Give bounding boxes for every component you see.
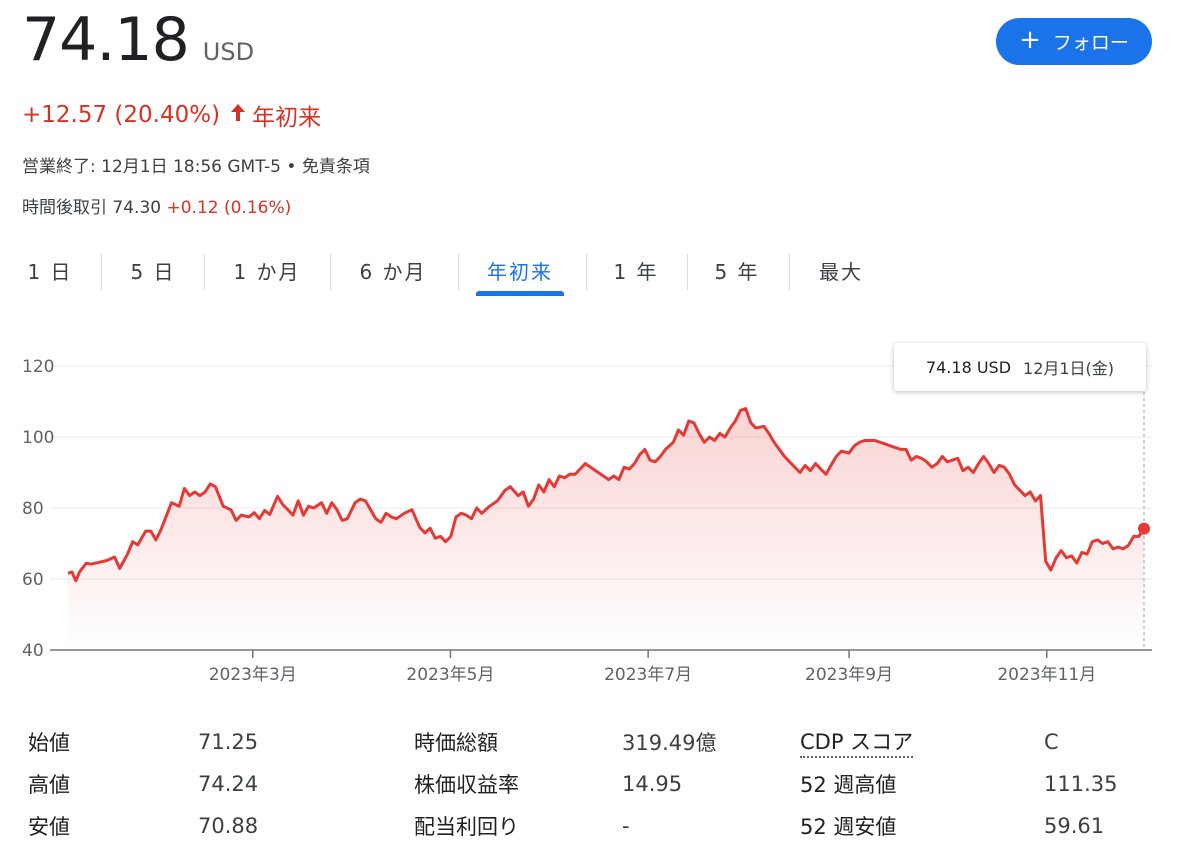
- tab-max[interactable]: 最大: [804, 248, 878, 296]
- arrow-up-icon: [230, 102, 246, 128]
- y-tick-label: 40: [22, 641, 44, 661]
- y-axis: 40 60 80 100 120: [22, 357, 54, 661]
- tab-5y[interactable]: 5 年: [700, 248, 774, 296]
- stats-row: 始値 71.25 時価総額 319.49億 CDP スコア C: [0, 722, 1200, 762]
- x-tick-label: 2023年11月: [997, 665, 1096, 685]
- tab-label: 年初来: [487, 260, 553, 284]
- price-change: +12.57 (20.40%) 年初来: [22, 98, 321, 132]
- plus-icon: +: [1019, 25, 1041, 55]
- stats-row: 安値 70.88 配当利回り - 52 週安値 59.61: [0, 806, 1200, 846]
- tab-1d[interactable]: 1 日: [14, 248, 86, 296]
- change-period: 年初来: [252, 105, 322, 131]
- range-tabs: 1 日 5 日 1 か月 6 か月 年初来 1 年 5 年 最大: [0, 248, 900, 296]
- stat-label: 始値: [28, 731, 70, 755]
- current-price: 74.18: [22, 5, 190, 75]
- x-tick-label: 2023年3月: [209, 665, 297, 685]
- stat-value: C: [1044, 730, 1059, 754]
- price-row: 74.18 USD: [22, 10, 254, 70]
- tab-1m[interactable]: 1 か月: [220, 248, 314, 296]
- after-hours-line: 時間後取引 74.30 +0.12 (0.16%): [22, 193, 291, 218]
- stat-label: 時価総額: [414, 731, 498, 755]
- x-tick-label: 2023年5月: [406, 665, 494, 685]
- after-hours-change: +0.12 (0.16%): [166, 198, 292, 218]
- tab-label: 6 か月: [359, 260, 427, 284]
- change-value: +12.57 (20.40%): [22, 102, 221, 128]
- x-axis: 2023年3月 2023年5月 2023年7月 2023年9月 2023年11月: [209, 650, 1096, 685]
- stat-label: 高値: [28, 773, 70, 797]
- y-tick-label: 100: [22, 428, 54, 448]
- stat-value: 59.61: [1044, 814, 1105, 838]
- stat-label: 安値: [28, 815, 70, 839]
- disclaimer-link[interactable]: 免責条項: [302, 157, 370, 177]
- price-area: [68, 408, 1144, 650]
- stat-value: 71.25: [198, 730, 259, 754]
- stat-value: 319.49億: [622, 731, 717, 755]
- y-tick-label: 80: [22, 499, 44, 519]
- stat-value: 70.88: [198, 814, 259, 838]
- tab-divider: [101, 254, 102, 290]
- tab-label: 1 か月: [233, 260, 301, 284]
- tab-label: 1 日: [27, 260, 73, 284]
- tab-label: 5 年: [714, 260, 760, 284]
- stat-label: 配当利回り: [414, 815, 519, 839]
- tooltip-date: 12月1日(金): [1023, 359, 1115, 378]
- tab-divider: [687, 254, 688, 290]
- separator-dot: •: [286, 157, 302, 177]
- stat-value: -: [622, 814, 630, 838]
- price-tooltip: 74.18 USD 12月1日(金): [894, 343, 1146, 391]
- tab-label: 最大: [819, 260, 863, 284]
- market-status-line: 営業終了: 12月1日 18:56 GMT-5 • 免責条項: [22, 152, 370, 177]
- tab-1y[interactable]: 1 年: [600, 248, 672, 296]
- market-status: 営業終了: 12月1日 18:56 GMT-5: [22, 157, 281, 177]
- tab-label: 5 日: [130, 260, 176, 284]
- currency: USD: [202, 38, 255, 66]
- stat-label: 52 週安値: [800, 815, 897, 839]
- tooltip-price: 74.18 USD: [925, 357, 1012, 377]
- tab-label: 1 年: [613, 260, 659, 284]
- follow-label: フォロー: [1052, 32, 1129, 54]
- tab-divider: [204, 254, 205, 290]
- x-tick-label: 2023年7月: [604, 665, 692, 685]
- tab-ytd[interactable]: 年初来: [476, 248, 564, 296]
- tab-divider: [458, 254, 459, 290]
- current-price-dot: [1138, 522, 1150, 535]
- tab-5d[interactable]: 5 日: [116, 248, 190, 296]
- cdp-score-label[interactable]: CDP スコア: [800, 726, 914, 758]
- after-hours-label: 時間後取引: [22, 198, 107, 218]
- follow-button[interactable]: + フォロー: [996, 18, 1152, 65]
- y-tick-label: 120: [22, 357, 54, 377]
- y-tick-label: 60: [22, 570, 44, 590]
- x-tick-label: 2023年9月: [805, 665, 893, 685]
- stat-label: 52 週高値: [800, 773, 897, 797]
- stat-value: 74.24: [198, 772, 259, 796]
- stat-value: 14.95: [622, 772, 683, 796]
- tab-divider: [789, 254, 790, 290]
- stats-row: 高値 74.24 株価収益率 14.95 52 週高値 111.35: [0, 764, 1200, 804]
- tab-divider: [330, 254, 331, 290]
- tab-6m[interactable]: 6 か月: [346, 248, 440, 296]
- tab-divider: [586, 254, 587, 290]
- after-hours-price: 74.30: [112, 198, 162, 218]
- stat-label: 株価収益率: [414, 773, 519, 797]
- stat-value: 111.35: [1044, 772, 1118, 796]
